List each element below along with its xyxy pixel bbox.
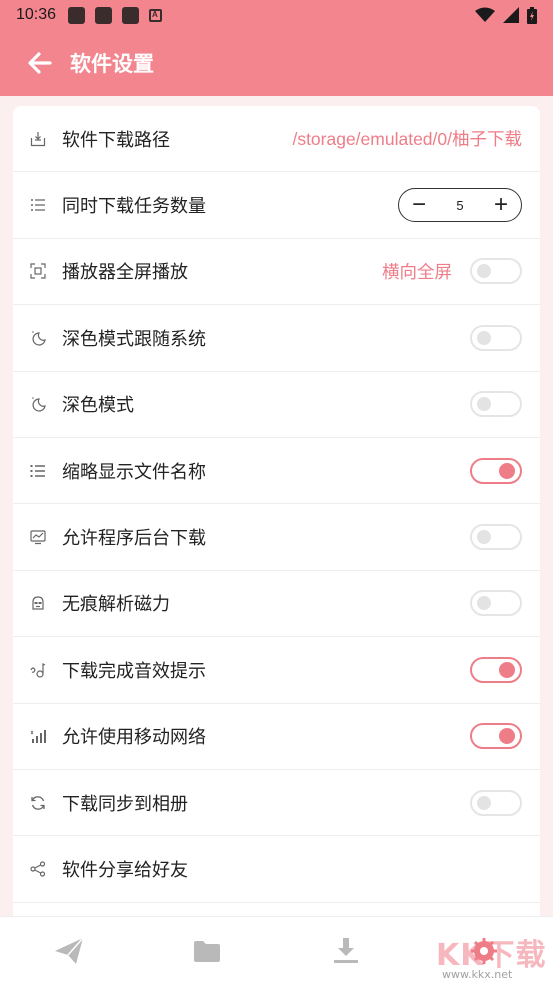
share-icon bbox=[29, 860, 47, 878]
fullscreen-mode-value[interactable]: 横向全屏 bbox=[382, 259, 452, 284]
fullscreen-icon bbox=[29, 262, 47, 280]
setting-abbreviate-filename[interactable]: 缩略显示文件名称 bbox=[13, 438, 540, 505]
setting-concurrent-downloads: 同时下载任务数量 − 5 + bbox=[13, 172, 540, 239]
status-time: 10:36 bbox=[16, 6, 57, 23]
signal-strength-icon bbox=[503, 7, 519, 23]
setting-download-path[interactable]: 软件下载路径 /storage/emulated/0/柚子下载 bbox=[13, 106, 540, 173]
setting-label: 播放器全屏播放 bbox=[62, 262, 188, 283]
sync-icon bbox=[29, 794, 47, 812]
setting-label: 软件分享给好友 bbox=[62, 859, 188, 880]
decrement-button[interactable]: − bbox=[409, 193, 429, 217]
setting-sync-album[interactable]: 下载同步到相册 bbox=[13, 770, 540, 837]
incognito-icon bbox=[29, 594, 47, 612]
increment-button[interactable]: + bbox=[491, 193, 511, 217]
nav-send-tab[interactable] bbox=[49, 931, 89, 971]
setting-label: 允许程序后台下载 bbox=[62, 528, 206, 549]
folder-icon bbox=[194, 940, 221, 962]
quantity-stepper: − 5 + bbox=[398, 188, 522, 223]
setting-share-app[interactable]: 软件分享给好友 bbox=[13, 836, 540, 903]
dark-mode-follow-system-toggle[interactable] bbox=[470, 324, 522, 351]
setting-download-complete-sound[interactable]: 下载完成音效提示 bbox=[13, 637, 540, 704]
watermark-url: www.kkx.net bbox=[442, 968, 513, 981]
moon-icon bbox=[29, 395, 47, 413]
notification-icon bbox=[95, 6, 113, 24]
setting-label: 允许使用移动网络 bbox=[62, 727, 206, 748]
moon-icon bbox=[29, 329, 47, 347]
setting-mobile-network[interactable]: 允许使用移动网络 bbox=[13, 704, 540, 770]
wifi-icon bbox=[475, 7, 495, 22]
battery-icon bbox=[527, 6, 537, 24]
fullscreen-toggle[interactable] bbox=[470, 258, 522, 285]
abbreviate-filename-toggle[interactable] bbox=[470, 457, 522, 484]
setting-background-download[interactable]: 允许程序后台下载 bbox=[13, 504, 540, 571]
setting-player-fullscreen[interactable]: 播放器全屏播放 横向全屏 bbox=[13, 239, 540, 306]
setting-label: 同时下载任务数量 bbox=[62, 196, 206, 217]
dark-mode-toggle[interactable] bbox=[470, 391, 522, 418]
setting-label: 下载同步到相册 bbox=[62, 793, 188, 814]
setting-label: 深色模式 bbox=[62, 395, 134, 416]
incognito-magnet-toggle[interactable] bbox=[470, 590, 522, 617]
page-title: 软件设置 bbox=[70, 53, 154, 76]
signal-icon bbox=[29, 727, 47, 745]
app-bar: 软件设置 bbox=[0, 30, 553, 96]
setting-label: 无痕解析磁力 bbox=[62, 594, 170, 615]
setting-label: 软件下载路径 bbox=[62, 129, 170, 150]
list-icon bbox=[29, 196, 47, 214]
download-sound-toggle[interactable] bbox=[470, 656, 522, 683]
download-path-value: /storage/emulated/0/柚子下载 bbox=[292, 129, 522, 150]
stepper-value: 5 bbox=[456, 197, 464, 213]
settings-card: 软件下载路径 /storage/emulated/0/柚子下载 同时下载任务数量… bbox=[13, 106, 540, 926]
download-box-icon bbox=[29, 130, 47, 148]
nav-download-tab[interactable] bbox=[326, 931, 366, 971]
back-button[interactable] bbox=[26, 49, 54, 77]
download-icon bbox=[333, 937, 358, 963]
setting-label: 下载完成音效提示 bbox=[62, 660, 206, 681]
notification-icon bbox=[68, 6, 86, 24]
setting-dark-mode[interactable]: 深色模式 bbox=[13, 372, 540, 438]
setting-label: 缩略显示文件名称 bbox=[62, 461, 206, 482]
monitor-icon bbox=[29, 528, 47, 546]
mobile-network-toggle[interactable] bbox=[470, 723, 522, 750]
watermark: KK下载 www.kkx.net bbox=[436, 930, 548, 982]
setting-label: 深色模式跟随系统 bbox=[62, 328, 206, 349]
nav-files-tab[interactable] bbox=[187, 931, 227, 971]
list-bullets-icon bbox=[29, 462, 47, 480]
notification-icon bbox=[122, 6, 140, 24]
arrow-left-icon bbox=[28, 52, 52, 74]
setting-incognito-magnet[interactable]: 无痕解析磁力 bbox=[13, 571, 540, 638]
setting-dark-mode-follow-system[interactable]: 深色模式跟随系统 bbox=[13, 305, 540, 372]
status-bar: 10:36 bbox=[0, 0, 553, 30]
music-note-icon bbox=[29, 661, 47, 679]
send-icon bbox=[55, 937, 84, 964]
background-download-toggle[interactable] bbox=[470, 524, 522, 551]
keyboard-notification-icon bbox=[149, 8, 163, 22]
sync-album-toggle[interactable] bbox=[470, 789, 522, 816]
